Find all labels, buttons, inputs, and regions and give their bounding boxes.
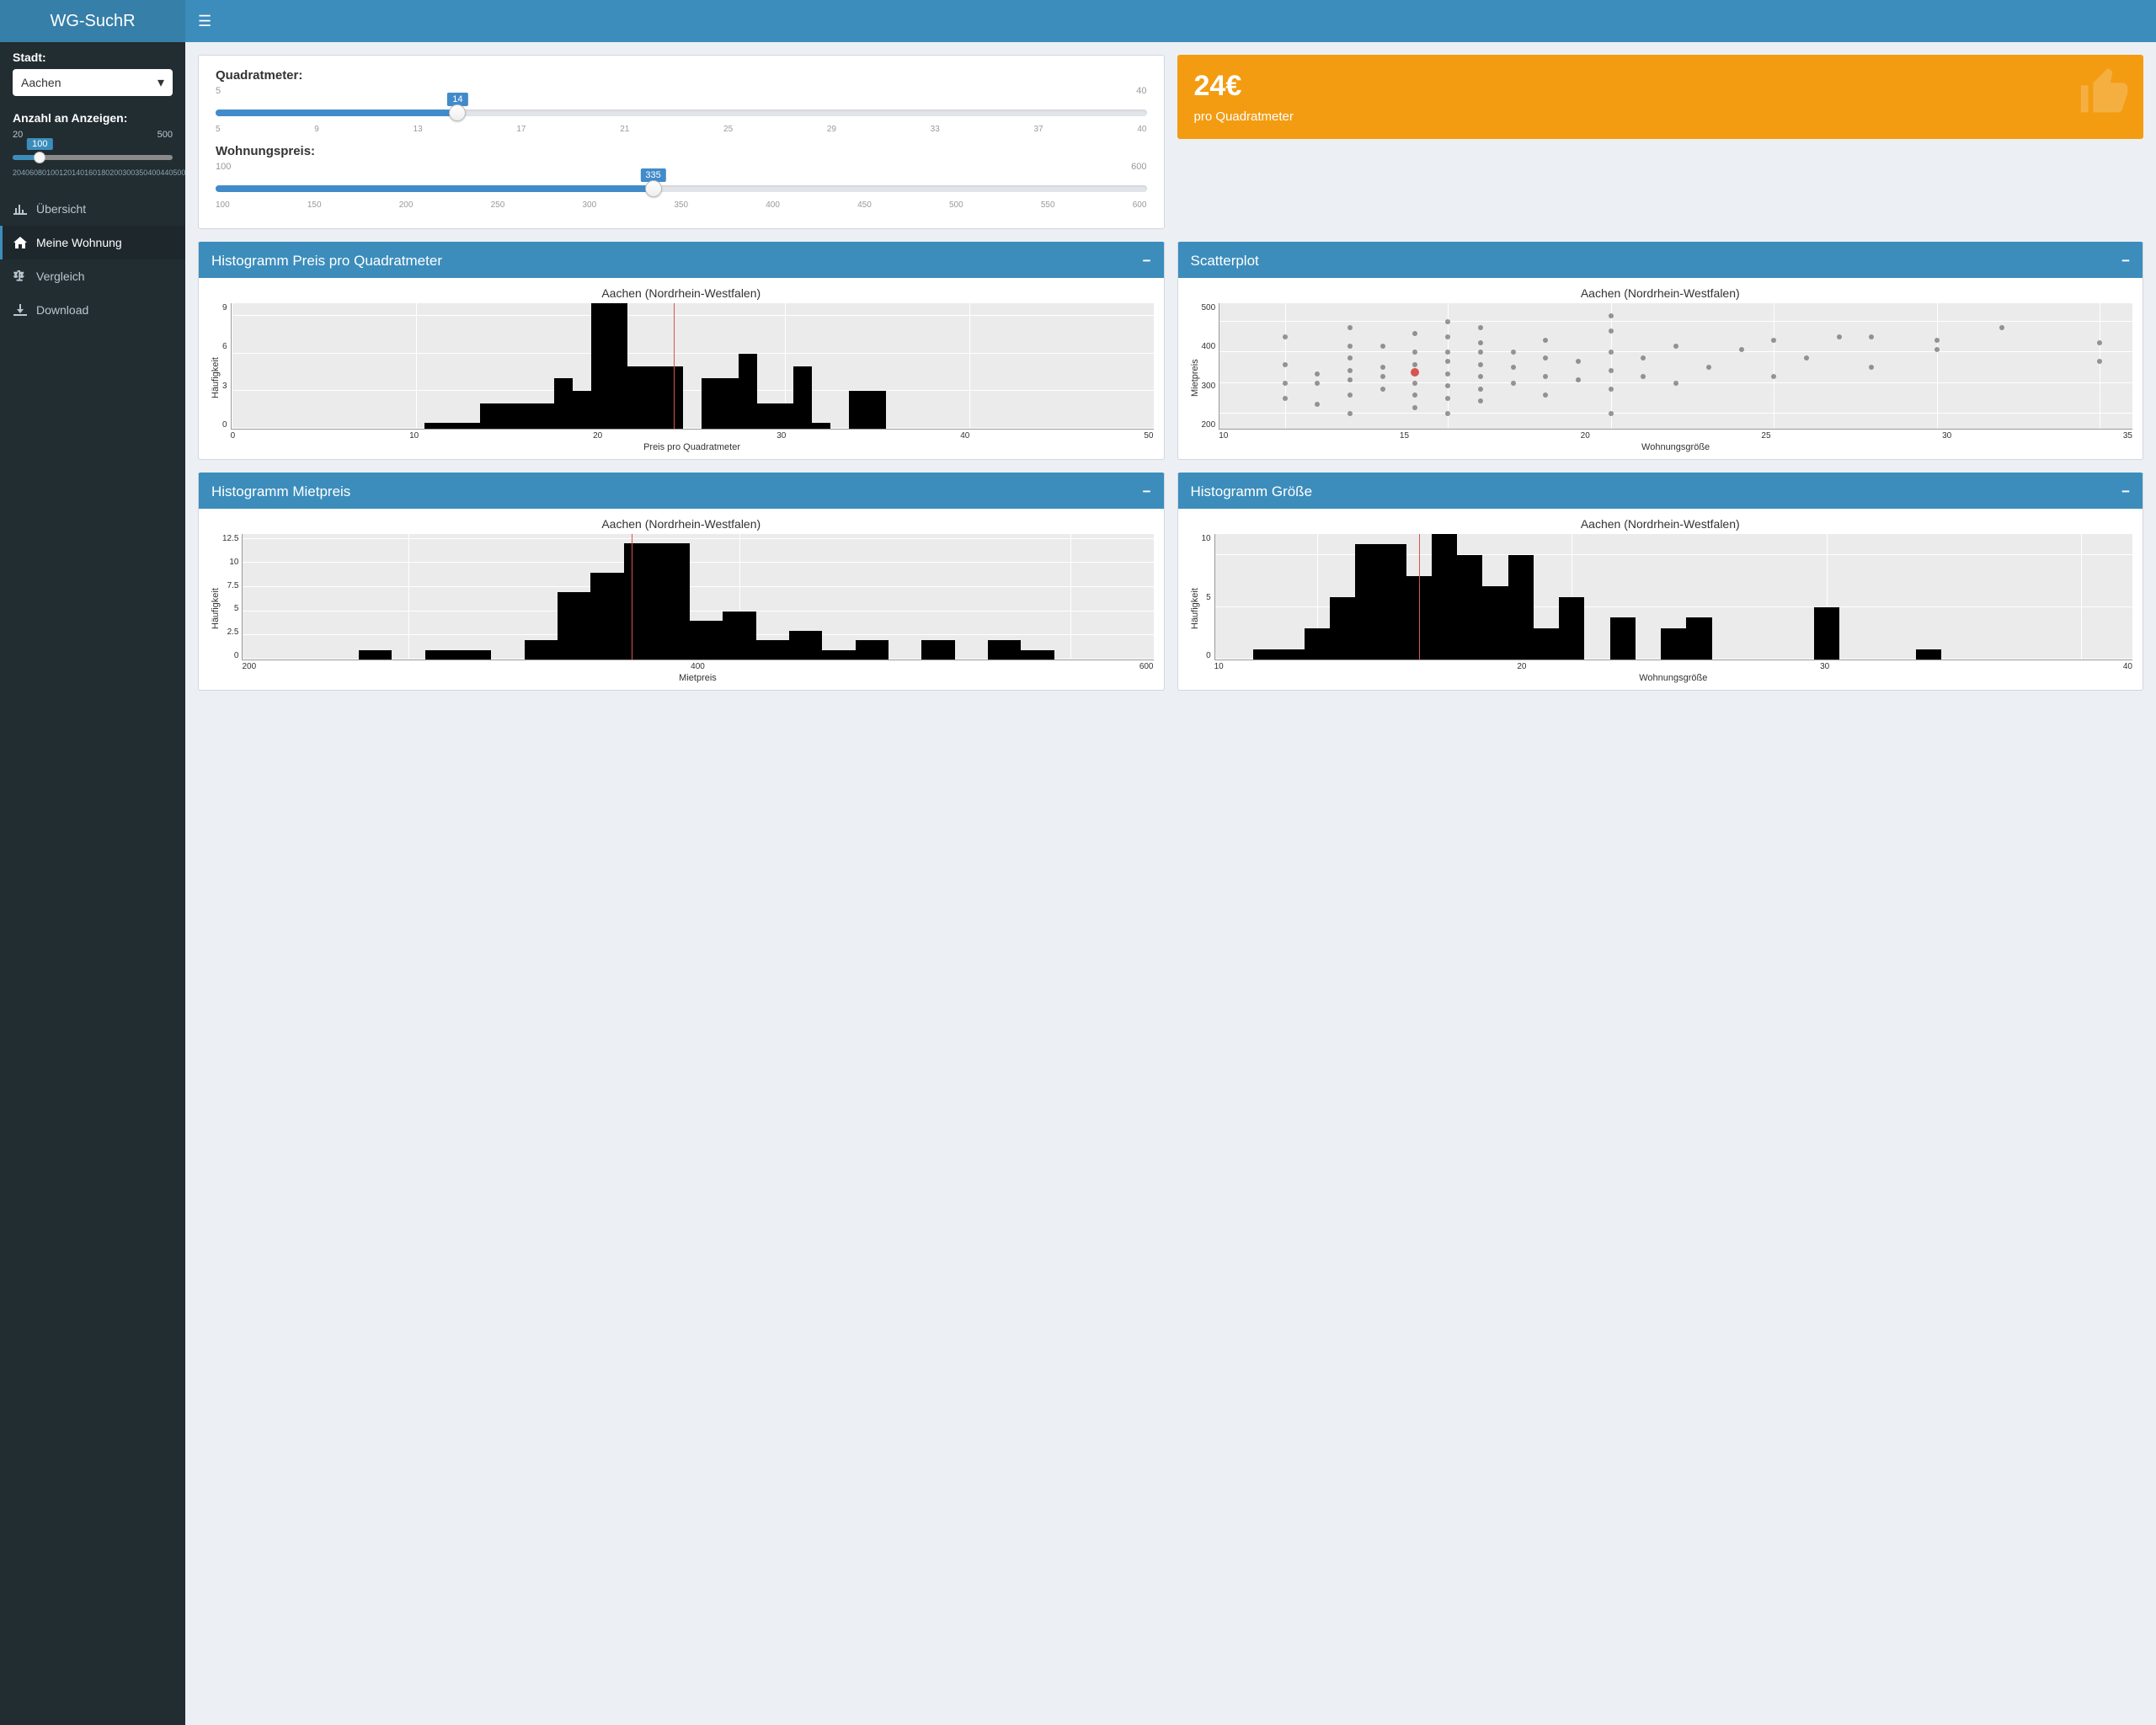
y-ticks: 500400300200 xyxy=(1202,303,1219,430)
price-label: Wohnungspreis: xyxy=(216,144,1147,158)
scale-icon xyxy=(13,270,28,282)
collapse-icon[interactable]: − xyxy=(2121,253,2130,270)
chart-area xyxy=(242,534,1153,660)
slider-handle[interactable] xyxy=(645,180,662,197)
sqm-max: 40 xyxy=(1136,86,1146,96)
panel-scatter: Scatterplot − Aachen (Nordrhein-Westfale… xyxy=(1177,242,2144,460)
chart-title: Aachen (Nordrhein-Westfalen) xyxy=(209,286,1154,300)
chart-title: Aachen (Nordrhein-Westfalen) xyxy=(209,517,1154,531)
nav-ubersicht[interactable]: Übersicht xyxy=(0,192,185,226)
price-min: 100 xyxy=(216,162,231,172)
y-ticks: 12.5107.552.50 xyxy=(222,534,242,660)
sqm-min: 5 xyxy=(216,86,221,96)
chart-area xyxy=(231,303,1154,430)
panel-title: Histogramm Größe xyxy=(1191,483,1313,500)
count-value-badge: 100 xyxy=(27,138,52,150)
chart-title: Aachen (Nordrhein-Westfalen) xyxy=(1188,286,2133,300)
x-ticks: 01020304050 xyxy=(231,430,1154,441)
x-ticks: 10203040 xyxy=(1214,660,2132,671)
chart-area xyxy=(1214,534,2132,660)
nav-label: Meine Wohnung xyxy=(36,236,122,249)
count-ticks: 2040608010012014016018020030035040044050… xyxy=(13,168,173,177)
valuebox-ppsqm: 24€ pro Quadratmeter xyxy=(1177,55,2144,139)
home-icon xyxy=(13,237,28,248)
sidebar: WG-SuchR Stadt: Aachen ▾ Anzahl an Anzei… xyxy=(0,0,185,1725)
topbar: ☰ xyxy=(185,0,2156,42)
slider-handle[interactable] xyxy=(34,152,45,163)
sqm-slider[interactable]: 14 xyxy=(216,98,1147,123)
slider-handle[interactable] xyxy=(449,104,466,121)
x-axis-label: Preis pro Quadratmeter xyxy=(231,442,1154,452)
price-max: 600 xyxy=(1131,162,1146,172)
sqm-label: Quadratmeter: xyxy=(216,68,1147,83)
y-axis-label: Häufigkeit xyxy=(1188,534,1202,683)
nav-download[interactable]: Download xyxy=(0,293,185,327)
x-axis-label: Wohnungsgröße xyxy=(1214,673,2132,683)
nav-label: Übersicht xyxy=(36,202,86,216)
y-axis-label: Häufigkeit xyxy=(209,303,222,452)
valuebox-subtitle: pro Quadratmeter xyxy=(1194,109,2127,124)
thumbs-up-icon xyxy=(2076,63,2135,122)
x-ticks: 101520253035 xyxy=(1219,430,2132,441)
y-ticks: 9630 xyxy=(222,303,231,430)
collapse-icon[interactable]: − xyxy=(1143,483,1151,500)
valuebox-value: 24€ xyxy=(1194,70,2127,103)
x-axis-label: Mietpreis xyxy=(242,673,1153,683)
count-label: Anzahl an Anzeigen: xyxy=(13,111,173,125)
nav-vergleich[interactable]: Vergleich xyxy=(0,259,185,293)
bar-chart-icon xyxy=(13,203,28,215)
price-slider[interactable]: 335 xyxy=(216,174,1147,199)
sidebar-nav: Übersicht Meine Wohnung Vergleich Downlo… xyxy=(0,192,185,327)
sqm-ticks: 591317212529333740 xyxy=(216,125,1147,134)
city-select[interactable]: Aachen xyxy=(13,69,173,96)
nav-label: Vergleich xyxy=(36,270,85,283)
chart-area xyxy=(1219,303,2132,430)
x-ticks: 200400600 xyxy=(242,660,1153,671)
x-axis-label: Wohnungsgröße xyxy=(1219,442,2132,452)
count-max: 500 xyxy=(157,130,173,140)
brand: WG-SuchR xyxy=(0,0,185,42)
y-ticks: 1050 xyxy=(1202,534,1214,660)
panel-hist-size: Histogramm Größe − Aachen (Nordrhein-Wes… xyxy=(1177,473,2144,691)
y-axis-label: Häufigkeit xyxy=(209,534,222,683)
nav-meine-wohnung[interactable]: Meine Wohnung xyxy=(0,226,185,259)
y-axis-label: Mietpreis xyxy=(1188,303,1202,452)
count-slider[interactable]: 100 xyxy=(13,142,173,153)
panel-title: Scatterplot xyxy=(1191,253,1259,270)
collapse-icon[interactable]: − xyxy=(2121,483,2130,500)
filter-box: Quadratmeter: 5 40 14 591317212529333740 xyxy=(198,55,1165,229)
collapse-icon[interactable]: − xyxy=(1143,253,1151,270)
panel-hist-ppsqm: Histogramm Preis pro Quadratmeter − Aach… xyxy=(198,242,1165,460)
hamburger-icon[interactable]: ☰ xyxy=(198,13,211,30)
download-icon xyxy=(13,304,28,316)
nav-label: Download xyxy=(36,303,88,317)
city-label: Stadt: xyxy=(13,51,173,64)
panel-hist-price: Histogramm Mietpreis − Aachen (Nordrhein… xyxy=(198,473,1165,691)
panel-title: Histogramm Preis pro Quadratmeter xyxy=(211,253,442,270)
count-min: 20 xyxy=(13,130,23,140)
chart-title: Aachen (Nordrhein-Westfalen) xyxy=(1188,517,2133,531)
panel-title: Histogramm Mietpreis xyxy=(211,483,350,500)
price-ticks: 100150200250300350400450500550600 xyxy=(216,200,1147,210)
